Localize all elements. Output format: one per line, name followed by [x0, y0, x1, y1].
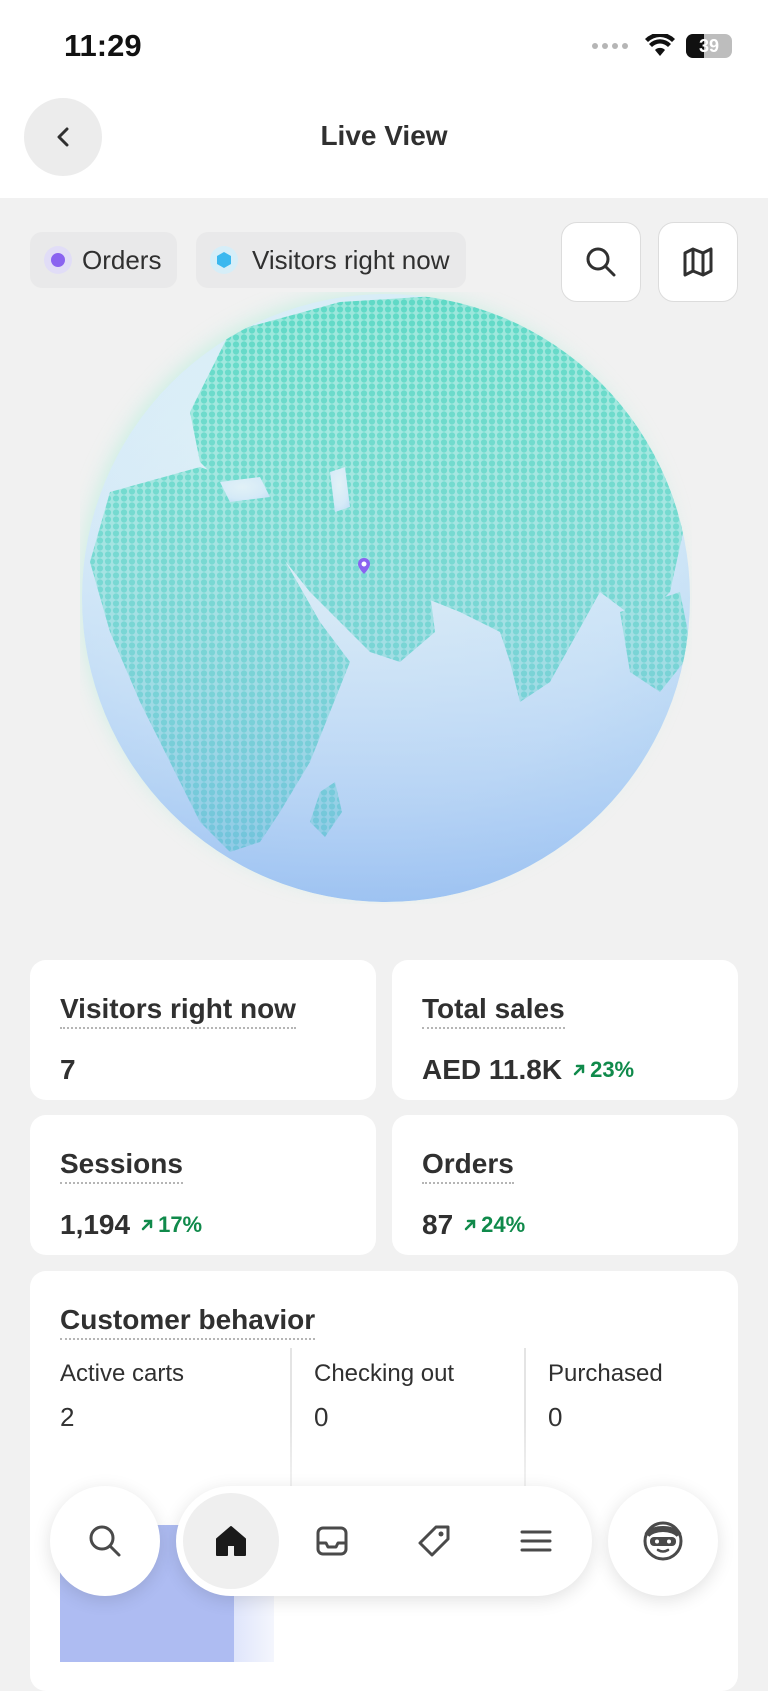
- nav-assistant-button[interactable]: [608, 1486, 718, 1596]
- battery-level: 39: [698, 35, 720, 56]
- visitors-label: Visitors right now: [60, 992, 296, 1029]
- orders-delta: 24%: [463, 1212, 525, 1238]
- orders-dot-icon: [44, 246, 72, 274]
- sessions-value: 1,194: [60, 1209, 131, 1240]
- visitors-value: 7: [60, 1054, 76, 1085]
- sessions-label: Sessions: [60, 1147, 183, 1184]
- legend-visitors-label: Visitors right now: [252, 244, 450, 275]
- page-title: Live View: [320, 120, 448, 151]
- search-icon: [89, 1525, 121, 1557]
- orders-value: 87: [422, 1209, 454, 1240]
- orders-card[interactable]: Orders 87 24%: [392, 1115, 738, 1255]
- status-icons: 39: [592, 34, 732, 58]
- visitors-value-row: 7: [60, 1054, 76, 1086]
- orders-label: Orders: [422, 1147, 514, 1184]
- orders-delta-value: 24%: [481, 1212, 526, 1237]
- search-icon: [586, 247, 616, 277]
- purchased-label: Purchased: [548, 1360, 663, 1387]
- sessions-value-row: 1,194 17%: [60, 1209, 202, 1241]
- orders-value-row: 87 24%: [422, 1209, 525, 1241]
- status-bar: 11:29 39: [0, 0, 768, 90]
- legend-orders[interactable]: Orders: [30, 232, 178, 288]
- total-sales-delta-value: 23%: [590, 1057, 635, 1082]
- inbox-icon: [316, 1526, 348, 1556]
- wifi-icon: [645, 34, 675, 56]
- map-view-button[interactable]: [658, 222, 738, 302]
- sessions-delta-value: 17%: [158, 1212, 203, 1237]
- arrow-up-right-icon: [464, 1219, 476, 1231]
- visitors-hexagon-icon: [210, 246, 238, 274]
- nav-orders[interactable]: [284, 1493, 380, 1589]
- map-icon: [683, 247, 713, 277]
- visitors-card[interactable]: Visitors right now 7: [30, 960, 376, 1100]
- nav-bar: [176, 1486, 592, 1596]
- total-sales-value: AED 11.8K: [422, 1054, 563, 1085]
- nav-search-button[interactable]: [50, 1486, 160, 1596]
- tag-icon: [418, 1525, 450, 1557]
- home-icon: [216, 1526, 246, 1556]
- total-sales-delta: 23%: [572, 1057, 634, 1083]
- total-sales-card[interactable]: Total sales AED 11.8K 23%: [392, 960, 738, 1100]
- cellular-signal-icon: [592, 43, 628, 49]
- sessions-delta: 17%: [140, 1212, 202, 1238]
- total-sales-value-row: AED 11.8K 23%: [422, 1054, 634, 1086]
- nav-home[interactable]: [183, 1493, 279, 1589]
- active-carts-label: Active carts: [60, 1360, 185, 1387]
- globe-map[interactable]: [80, 292, 692, 904]
- arrow-up-right-icon: [141, 1219, 153, 1231]
- battery-icon: 39: [686, 34, 732, 58]
- checking-out-label: Checking out: [314, 1360, 455, 1387]
- sessions-card[interactable]: Sessions 1,194 17%: [30, 1115, 376, 1255]
- legend-visitors[interactable]: Visitors right now: [196, 232, 466, 288]
- menu-icon: [520, 1530, 552, 1552]
- nav-menu[interactable]: [488, 1493, 584, 1589]
- search-map-button[interactable]: [561, 222, 641, 302]
- avatar-icon: [643, 1521, 683, 1561]
- legend-orders-label: Orders: [82, 244, 162, 275]
- total-sales-label: Total sales: [422, 992, 565, 1029]
- page-header: Live View: [0, 90, 768, 198]
- arrow-up-right-icon: [573, 1064, 585, 1076]
- status-time: 11:29: [64, 28, 142, 63]
- customer-behavior-title: Customer behavior: [60, 1303, 316, 1340]
- nav-products[interactable]: [386, 1493, 482, 1589]
